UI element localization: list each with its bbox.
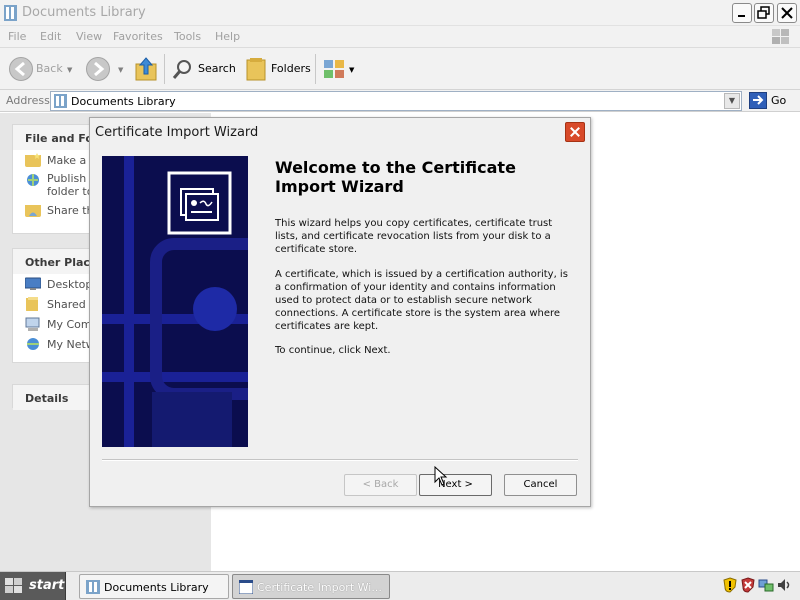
address-input[interactable]: Documents Library ▼: [50, 91, 742, 111]
toolbar-separator: [315, 54, 316, 84]
back-arrow-icon: [14, 61, 25, 77]
security-shield-icon[interactable]: [740, 577, 756, 593]
back-button[interactable]: [9, 57, 33, 81]
volume-icon[interactable]: [776, 577, 792, 593]
certificate-icon: [167, 171, 232, 235]
views-icon[interactable]: [323, 59, 347, 79]
taskbar-documents-library-label: Documents Library: [104, 581, 209, 594]
wizard-back-button[interactable]: < Back: [344, 474, 417, 496]
address-label: Address: [6, 94, 50, 107]
close-button[interactable]: [777, 3, 797, 23]
dialog-title: Certificate Import Wizard: [95, 125, 259, 140]
taskbar-certificate-wizard-label: Certificate Import Wi...: [257, 581, 382, 594]
explorer-title-bar: Documents Library: [0, 0, 800, 26]
restore-button[interactable]: [754, 3, 774, 23]
share-folder-icon: [25, 205, 41, 217]
search-icon[interactable]: [172, 58, 194, 80]
wizard-banner: [102, 156, 248, 447]
go-arrow-icon: [753, 95, 764, 105]
network-places-icon: [27, 338, 39, 350]
dialog-paragraph-1: This wizard helps you copy certificates,…: [275, 218, 553, 255]
back-dropdown-icon[interactable]: ▼: [67, 66, 72, 74]
wizard-next-button[interactable]: Next >: [419, 474, 492, 496]
folders-button[interactable]: Folders: [271, 62, 311, 75]
windows-logo-icon: [772, 29, 789, 44]
windows-flag-icon: [5, 578, 22, 593]
forward-button[interactable]: [86, 57, 110, 81]
toolbar-separator: [164, 54, 165, 84]
mouse-cursor-icon: [434, 466, 448, 486]
my-computer-icon: [25, 317, 40, 331]
restore-icon: [757, 6, 770, 19]
library-icon: [86, 580, 100, 594]
window-title: Documents Library: [22, 5, 146, 20]
back-label: Back: [36, 62, 63, 75]
dialog-separator: [102, 459, 578, 461]
menu-file[interactable]: File: [8, 30, 26, 43]
dialog-heading: Welcome to the Certificate Import Wizard: [275, 158, 516, 196]
up-folder-icon[interactable]: [135, 56, 159, 82]
address-value: Documents Library: [71, 95, 176, 108]
menu-help[interactable]: Help: [215, 30, 240, 43]
forward-dropdown-icon[interactable]: ▼: [118, 66, 123, 74]
wizard-cancel-button[interactable]: Cancel: [504, 474, 577, 496]
desktop-icon: [25, 277, 41, 290]
toolbar: Back ▼ ▼ Search Folders ▼: [0, 48, 800, 90]
menu-tools[interactable]: Tools: [174, 30, 201, 43]
publish-web-icon: [27, 174, 39, 186]
address-dropdown-icon[interactable]: ▼: [724, 93, 740, 109]
go-button[interactable]: [749, 92, 767, 109]
taskbar: start Documents Library Certificate Impo…: [0, 571, 800, 600]
start-label: start: [29, 578, 65, 593]
menu-favorites[interactable]: Favorites: [113, 30, 163, 43]
dialog-close-button[interactable]: [565, 122, 585, 142]
taskbar-documents-library[interactable]: Documents Library: [79, 574, 229, 599]
menu-view[interactable]: View: [76, 30, 102, 43]
views-dropdown-icon[interactable]: ▼: [349, 66, 354, 74]
menu-edit[interactable]: Edit: [40, 30, 61, 43]
menu-bar: File Edit View Favorites Tools Help: [0, 26, 800, 48]
search-button[interactable]: Search: [198, 62, 236, 75]
network-icon[interactable]: [758, 577, 774, 593]
library-icon: [4, 5, 17, 21]
taskbar-certificate-wizard[interactable]: Certificate Import Wi...: [232, 574, 390, 599]
minimize-button[interactable]: [732, 3, 752, 23]
new-folder-icon: [25, 153, 41, 167]
minimize-icon: [738, 15, 745, 17]
address-bar: Address Documents Library ▼ Go: [0, 90, 800, 112]
security-alert-icon[interactable]: [722, 577, 738, 593]
wizard-banner-art: [102, 156, 248, 447]
forward-arrow-icon: [94, 61, 105, 77]
start-button[interactable]: start: [0, 572, 66, 600]
folders-icon[interactable]: [245, 56, 267, 82]
dialog-paragraph-2: A certificate, which is issued by a cert…: [275, 269, 568, 332]
dialog-paragraph-3: To continue, click Next.: [275, 345, 391, 356]
close-icon: [781, 7, 793, 19]
place-desktop-label: Desktop: [47, 278, 93, 291]
window-icon: [239, 580, 253, 594]
certificate-import-wizard-dialog: Certificate Import Wizard Welcome to the…: [89, 117, 591, 507]
go-label[interactable]: Go: [771, 94, 786, 107]
library-icon: [54, 94, 67, 108]
shared-documents-icon: [26, 297, 38, 311]
